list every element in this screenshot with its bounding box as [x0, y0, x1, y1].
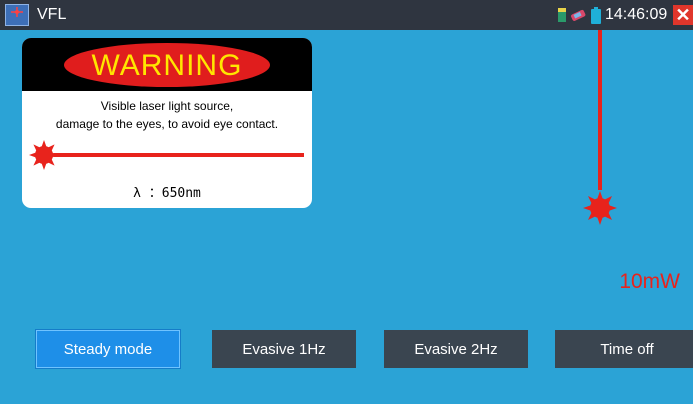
evasive-2hz-button[interactable]: Evasive 2Hz: [384, 330, 528, 368]
evasive-1hz-button[interactable]: Evasive 1Hz: [212, 330, 356, 368]
warning-line-2: damage to the eyes, to avoid eye contact…: [55, 117, 279, 131]
wavelength-label: λ ：650nm: [133, 186, 201, 201]
laser-power-readout: 10mW: [619, 270, 680, 293]
time-off-button[interactable]: Time off: [555, 330, 693, 368]
battery-icon: [591, 7, 601, 29]
steady-mode-button[interactable]: Steady mode: [36, 330, 180, 368]
laser-beam-icon: [29, 140, 304, 170]
status-bar: VFL 14:46:09 ✕: [0, 0, 693, 30]
clock: 14:46:09: [605, 6, 668, 23]
usb-icon: [570, 8, 586, 27]
laser-warning-card: WARNING Visible laser light source, dama…: [22, 38, 312, 208]
app-title: VFL: [37, 6, 67, 23]
warning-message: Visible laser light source, damage to th…: [22, 97, 312, 133]
signal-icon: [558, 8, 566, 27]
warning-line-1: Visible laser light source,: [100, 99, 234, 113]
close-icon[interactable]: ✕: [673, 5, 693, 25]
warning-header: WARNING: [22, 38, 312, 91]
vfl-app-icon: [5, 4, 29, 26]
warning-title: WARNING: [64, 43, 270, 87]
laser-output-indicator: [583, 30, 617, 225]
